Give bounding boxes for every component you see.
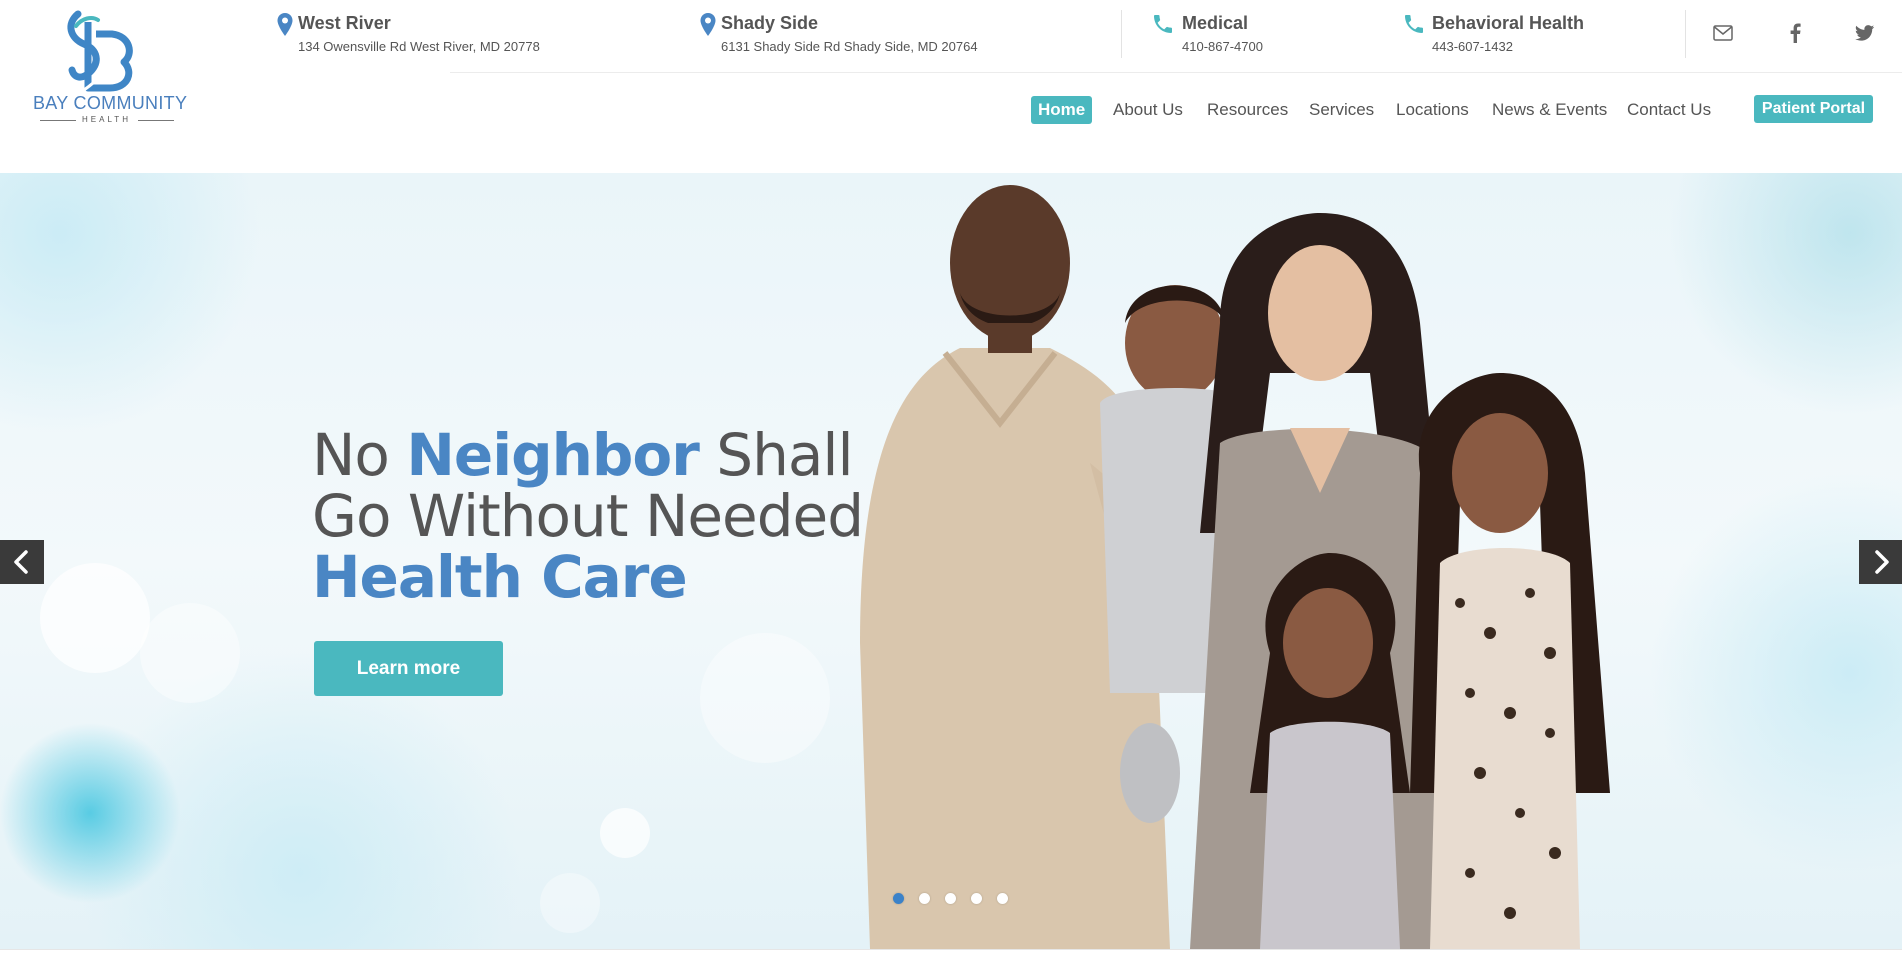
- slider-dot[interactable]: [945, 893, 956, 904]
- phone-icon: [1154, 15, 1172, 33]
- patient-portal-button[interactable]: Patient Portal: [1754, 95, 1873, 123]
- twitter-icon[interactable]: [1850, 18, 1880, 48]
- hero-headline-highlight: Health Care: [312, 543, 688, 611]
- location-title: Shady Side: [721, 13, 819, 33]
- family-photo: [860, 185, 1610, 949]
- bokeh-light: [40, 563, 150, 673]
- map-pin-icon: [277, 13, 293, 36]
- logo-wordmark: BAY COMMUNITY: [33, 93, 188, 113]
- bokeh-light: [700, 633, 830, 763]
- location-address: 134 Owensville Rd West River, MD 20778: [298, 39, 540, 54]
- chevron-left-icon: [14, 550, 28, 574]
- facebook-icon[interactable]: [1780, 18, 1810, 48]
- location-title: West River: [298, 13, 391, 33]
- nav-resources[interactable]: Resources: [1207, 96, 1288, 124]
- bokeh-light: [600, 808, 650, 858]
- slider-dot[interactable]: [997, 893, 1008, 904]
- hero-headline-highlight: Neighbor: [406, 421, 700, 489]
- slider-dot[interactable]: [971, 893, 982, 904]
- slider-dot[interactable]: [919, 893, 930, 904]
- logo-rule-left: [40, 120, 76, 121]
- hero-slider: No Neighbor Shall Go Without Needed Heal…: [0, 173, 1902, 949]
- chevron-right-icon: [1875, 550, 1889, 574]
- slider-next-arrow[interactable]: [1859, 540, 1902, 584]
- logo-subtext: HEALTH: [82, 115, 131, 124]
- hero-headline: No Neighbor Shall Go Without Needed Heal…: [312, 425, 864, 611]
- bokeh-light: [540, 873, 600, 933]
- learn-more-button[interactable]: Learn more: [314, 641, 503, 696]
- slider-prev-arrow[interactable]: [0, 540, 44, 584]
- envelope-icon[interactable]: [1708, 18, 1738, 48]
- header-divider: [1121, 10, 1122, 58]
- map-pin-icon: [700, 13, 716, 36]
- phone-title: Behavioral Health: [1432, 13, 1585, 33]
- nav-news-events[interactable]: News & Events: [1492, 96, 1607, 124]
- site-header: BAY COMMUNITY HEALTH West River 134 Owen…: [0, 0, 1902, 172]
- phone-number: 443-607-1432: [1432, 39, 1513, 54]
- nav-about-us[interactable]: About Us: [1113, 96, 1183, 124]
- phone-title: Medical: [1182, 13, 1249, 33]
- nav-contact-us[interactable]: Contact Us: [1627, 96, 1711, 124]
- logo-rule-right: [138, 120, 174, 121]
- nav-locations[interactable]: Locations: [1396, 96, 1469, 124]
- hero-bottom-border: [0, 949, 1902, 950]
- phone-icon: [1405, 15, 1423, 33]
- phone-number: 410-867-4700: [1182, 39, 1263, 54]
- location-address: 6131 Shady Side Rd Shady Side, MD 20764: [721, 39, 978, 54]
- topbar-separator: [450, 72, 1902, 73]
- nav-services[interactable]: Services: [1309, 96, 1374, 124]
- header-divider: [1685, 10, 1686, 58]
- slider-dot[interactable]: [893, 893, 904, 904]
- nav-home[interactable]: Home: [1031, 96, 1093, 124]
- hero-headline-word: No: [312, 421, 407, 489]
- hero-headline-line: Go Without Needed: [312, 482, 864, 550]
- bokeh-light: [140, 603, 240, 703]
- hero-headline-word: Shall: [698, 421, 853, 489]
